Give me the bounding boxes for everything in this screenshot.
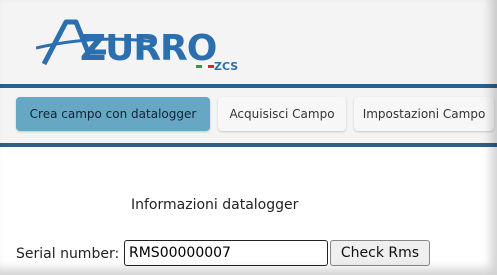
tab-acquisisci-campo[interactable]: Acquisisci Campo <box>218 97 346 131</box>
check-rms-button[interactable]: Check Rms <box>330 240 430 266</box>
serial-number-label: Serial number: <box>16 246 120 262</box>
serial-number-input[interactable] <box>124 240 328 266</box>
tab-crea-campo[interactable]: Crea campo con datalogger <box>16 97 210 131</box>
azzurro-logo-graphic: ZURRO ZCS <box>36 19 238 73</box>
datalogger-section-title: Informazioni datalogger <box>131 197 299 213</box>
tab-impostazioni-campo[interactable]: Impostazioni Campo <box>354 97 494 131</box>
svg-text:ZCS: ZCS <box>214 60 238 73</box>
azzurro-logo[interactable]: ZURRO ZCS <box>36 14 246 76</box>
app-header: ZURRO ZCS <box>0 0 497 84</box>
nav-bar: Crea campo con datalogger Acquisisci Cam… <box>0 88 497 143</box>
svg-text:ZURRO: ZURRO <box>80 28 216 69</box>
